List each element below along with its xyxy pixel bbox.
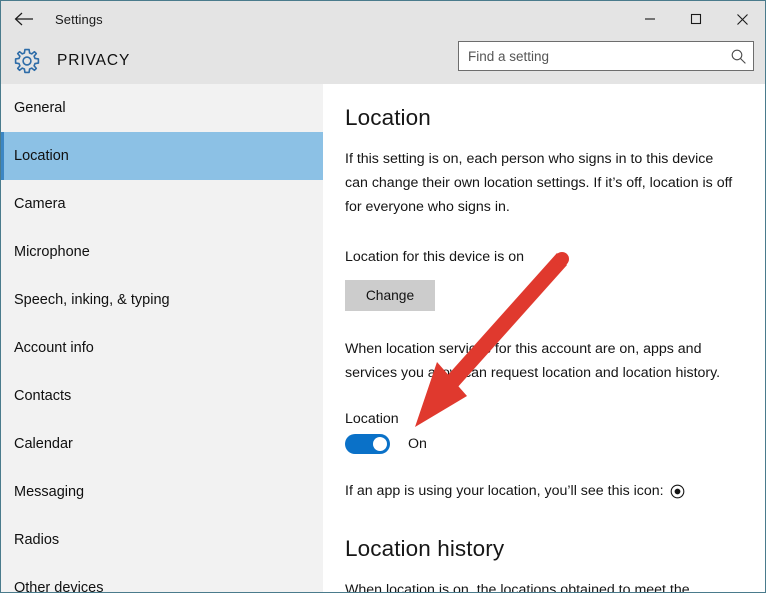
minimize-button[interactable] bbox=[627, 1, 673, 37]
toggle-state-label: On bbox=[408, 436, 427, 452]
search-icon-glyph bbox=[731, 49, 746, 64]
sidebar-item-account-info[interactable]: Account info bbox=[1, 324, 323, 372]
sidebar-item-messaging[interactable]: Messaging bbox=[1, 468, 323, 516]
settings-window: Settings PRIVACY Find a setting General … bbox=[0, 0, 766, 593]
toggle-knob bbox=[373, 437, 387, 451]
sidebar-item-radios[interactable]: Radios bbox=[1, 516, 323, 564]
sidebar-item-label: Account info bbox=[14, 340, 94, 356]
sidebar-item-label: Camera bbox=[14, 196, 66, 212]
settings-detail-panel: Location If this setting is on, each per… bbox=[323, 84, 765, 593]
sidebar-item-contacts[interactable]: Contacts bbox=[1, 372, 323, 420]
sidebar-item-general[interactable]: General bbox=[1, 84, 323, 132]
sidebar-item-label: Speech, inking, & typing bbox=[14, 292, 170, 308]
close-button[interactable] bbox=[719, 1, 765, 37]
sidebar-item-label: Contacts bbox=[14, 388, 72, 404]
sidebar-item-location[interactable]: Location bbox=[1, 132, 323, 180]
location-indicator-icon-glyph bbox=[670, 484, 684, 498]
location-history-text: When location is on, the locations obtai… bbox=[345, 582, 690, 593]
location-toggle-switch[interactable] bbox=[345, 434, 390, 454]
window-title: Settings bbox=[55, 11, 103, 27]
maximize-button[interactable] bbox=[673, 1, 719, 37]
sidebar-item-label: General bbox=[14, 100, 66, 116]
location-indicator-icon bbox=[670, 484, 685, 499]
device-location-status: Location for this device is on bbox=[345, 249, 525, 265]
location-icon-hint-row: If an app is using your location, you’ll… bbox=[323, 454, 765, 502]
content-area: General Location Camera Microphone Speec… bbox=[1, 84, 765, 593]
window-controls bbox=[627, 1, 765, 37]
search-icon[interactable] bbox=[723, 42, 753, 70]
sidebar-item-other-devices[interactable]: Other devices bbox=[1, 564, 323, 593]
gear-icon-glyph bbox=[14, 48, 40, 73]
sidebar-item-camera[interactable]: Camera bbox=[1, 180, 323, 228]
sidebar-nav: General Location Camera Microphone Speec… bbox=[1, 84, 323, 593]
close-icon bbox=[736, 13, 748, 25]
page-title: PRIVACY bbox=[57, 51, 131, 69]
location-toggle-label: Location bbox=[345, 411, 399, 427]
sidebar-item-label: Calendar bbox=[14, 436, 73, 452]
maximize-icon bbox=[690, 13, 702, 25]
location-heading: Location bbox=[345, 105, 431, 130]
search-box[interactable] bbox=[458, 41, 754, 71]
change-button[interactable]: Change bbox=[345, 280, 435, 311]
location-toggle-row: On bbox=[323, 427, 765, 454]
category-header: PRIVACY bbox=[1, 37, 765, 84]
sidebar-item-label: Other devices bbox=[14, 580, 104, 593]
location-history-heading: Location history bbox=[345, 536, 505, 561]
location-intro-text: If this setting is on, each person who s… bbox=[345, 151, 733, 215]
back-button[interactable] bbox=[1, 1, 47, 37]
back-arrow-icon bbox=[14, 12, 33, 26]
sidebar-item-label: Microphone bbox=[14, 244, 90, 260]
sidebar-item-microphone[interactable]: Microphone bbox=[1, 228, 323, 276]
title-bar: Settings bbox=[1, 1, 765, 37]
search-input[interactable] bbox=[459, 43, 723, 69]
location-services-text: When location services for this account … bbox=[345, 341, 721, 381]
gear-icon bbox=[3, 48, 51, 74]
sidebar-item-speech-inking-typing[interactable]: Speech, inking, & typing bbox=[1, 276, 323, 324]
sidebar-item-calendar[interactable]: Calendar bbox=[1, 420, 323, 468]
minimize-icon bbox=[645, 18, 655, 20]
sidebar-item-label: Location bbox=[14, 148, 69, 164]
sidebar-item-label: Radios bbox=[14, 532, 60, 548]
location-icon-hint-text: If an app is using your location, you’ll… bbox=[345, 483, 664, 499]
sidebar-item-label: Messaging bbox=[14, 484, 85, 500]
